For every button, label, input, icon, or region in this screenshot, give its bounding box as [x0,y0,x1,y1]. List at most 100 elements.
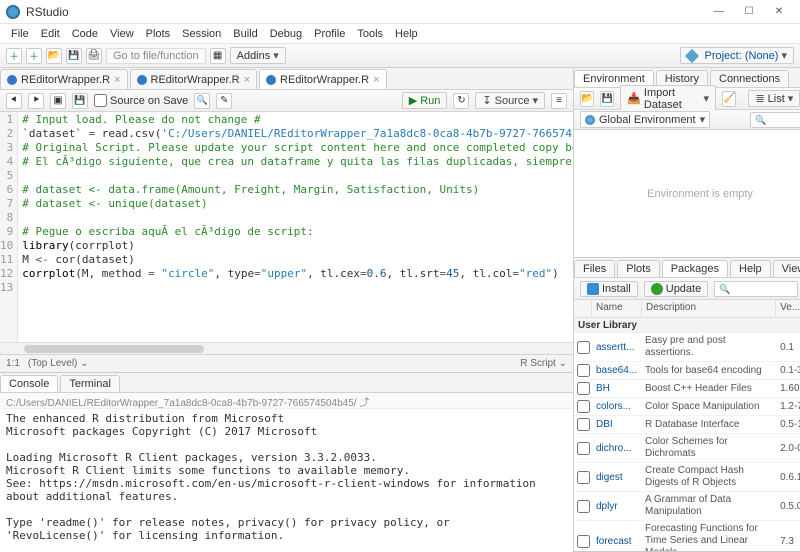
env-clear-button[interactable] [722,91,736,107]
console-tab-terminal[interactable]: Terminal [60,375,120,392]
pkg-name-link[interactable]: BH [596,383,610,394]
language-indicator[interactable]: R Script ⌄ [520,358,567,369]
close-button[interactable]: ✕ [764,2,794,22]
source-button[interactable]: ↧ Source [475,92,545,109]
new-file-button[interactable]: ＋ [6,48,22,64]
maximize-button[interactable]: ☐ [734,2,764,22]
pkg-row[interactable]: colors...Color Space Manipulation1.2-7⊘ [574,398,800,416]
env-search-input[interactable] [750,112,800,128]
menu-build[interactable]: Build [228,26,262,42]
open-file-button[interactable]: 📂 [46,48,62,64]
pkg-col-name[interactable]: Name [592,300,642,317]
pkg-tab-packages[interactable]: Packages [662,260,728,277]
menu-view[interactable]: View [105,26,139,42]
env-empty-message: Environment is empty [574,130,800,257]
pkg-name-link[interactable]: dplyr [596,501,618,512]
wand-button[interactable]: ✎ [216,93,232,109]
editor-hscrollbar[interactable] [0,342,573,354]
code-area[interactable]: # Input load. Please do not change # `da… [18,112,573,342]
pkg-row[interactable]: dichro...Color Schemes for Dichromats2.0… [574,434,800,463]
project-dropdown[interactable]: Project: (None) [680,47,794,64]
pkg-tab-plots[interactable]: Plots [617,260,659,277]
env-view-dropdown[interactable]: List [748,90,800,107]
pkg-tab-files[interactable]: Files [574,260,615,277]
close-tab-icon[interactable]: × [373,74,379,86]
save-file-button[interactable] [72,93,88,109]
pkg-row[interactable]: DBIR Database Interface0.5-1⊘ [574,416,800,434]
pkg-col-ver[interactable]: Ve... [776,300,800,317]
scope-indicator[interactable]: (Top Level) ⌄ [28,358,89,369]
pkg-name-link[interactable]: assertt... [596,342,634,353]
show-in-new-window-button[interactable]: ▣ [50,93,66,109]
editor-tab[interactable]: REditorWrapper.R× [130,69,258,89]
menu-profile[interactable]: Profile [309,26,350,42]
pkg-checkbox[interactable] [577,364,590,377]
pkg-checkbox[interactable] [577,400,590,413]
pkg-row[interactable]: forecastForecasting Functions for Time S… [574,521,800,551]
close-tab-icon[interactable]: × [244,74,250,86]
pkg-name-link[interactable]: DBI [596,419,613,430]
menu-help[interactable]: Help [390,26,423,42]
pkg-col-desc[interactable]: Description [642,300,776,317]
minimize-button[interactable]: — [704,2,734,22]
find-button[interactable] [194,93,210,109]
env-tab-connections[interactable]: Connections [710,70,789,87]
pkg-name-link[interactable]: base64... [596,365,637,376]
menu-tools[interactable]: Tools [352,26,388,42]
pkg-checkbox[interactable] [577,535,590,548]
menu-session[interactable]: Session [177,26,226,42]
code-editor[interactable]: 12345678910111213 # Input load. Please d… [0,112,573,342]
save-button[interactable] [66,48,82,64]
pkg-name-link[interactable]: forecast [596,536,632,547]
install-button[interactable]: Install [580,281,638,297]
pkg-checkbox[interactable] [577,471,590,484]
pkg-checkbox[interactable] [577,442,590,455]
pkg-row[interactable]: assertt...Easy pre and post assertions.0… [574,333,800,362]
close-tab-icon[interactable]: × [114,74,120,86]
grid-button[interactable]: ▦ [210,48,226,64]
print-button[interactable]: 🖨 [86,48,102,64]
back-button[interactable]: ⯇ [6,93,22,109]
update-button[interactable]: Update [644,281,708,297]
menu-debug[interactable]: Debug [265,26,307,42]
pkg-tab-viewer[interactable]: Viewer [773,260,800,277]
pkg-checkbox[interactable] [577,500,590,513]
addins-dropdown[interactable]: Addins [230,47,286,64]
rerun-button[interactable]: ↻ [453,93,469,109]
env-scope-dropdown[interactable]: Global Environment [580,111,710,128]
hscroll-thumb[interactable] [24,345,204,353]
pkg-row[interactable]: dplyrA Grammar of Data Manipulation0.5.0… [574,492,800,521]
import-dataset-dropdown[interactable]: 📥 Import Dataset [620,85,716,113]
menu-code[interactable]: Code [67,26,103,42]
forward-button[interactable]: ⯈ [28,93,44,109]
pkg-checkbox[interactable] [577,382,590,395]
source-caret-icon [532,94,538,107]
goto-file-input[interactable]: Go to file/function [106,48,206,64]
pkg-row[interactable]: base64...Tools for base64 encoding0.1-3⊘ [574,362,800,380]
menu-edit[interactable]: Edit [36,26,65,42]
env-save-button[interactable] [600,91,614,107]
console-path-icon[interactable]: ⤴ [359,398,369,409]
pkg-checkbox[interactable] [577,418,590,431]
pkg-row[interactable]: BHBoost C++ Header Files1.60.0.2⊘ [574,380,800,398]
console-output[interactable]: The enhanced R distribution from Microso… [0,409,573,552]
editor-tab[interactable]: REditorWrapper.R× [259,69,387,89]
outline-button[interactable]: ≡ [551,93,567,109]
pkg-search-input[interactable] [714,281,798,297]
pkg-checkbox[interactable] [577,341,590,354]
menu-plots[interactable]: Plots [141,26,175,42]
globe-icon [585,115,595,125]
menu-file[interactable]: File [6,26,34,42]
pkg-list[interactable]: User Libraryassertt...Easy pre and post … [574,318,800,551]
source-on-save-checkbox[interactable]: Source on Save [94,94,188,107]
run-button[interactable]: ▶ Run [402,92,448,109]
pkg-row[interactable]: digestCreate Compact Hash Digests of R O… [574,463,800,492]
env-load-button[interactable]: 📂 [580,91,594,107]
pkg-name-link[interactable]: colors... [596,401,631,412]
pkg-tab-help[interactable]: Help [730,260,771,277]
pkg-name-link[interactable]: dichro... [596,443,632,454]
console-tab-console[interactable]: Console [0,375,58,392]
editor-tab[interactable]: REditorWrapper.R× [0,69,128,89]
new-project-button[interactable]: ＋ [26,48,42,64]
pkg-name-link[interactable]: digest [596,472,623,483]
